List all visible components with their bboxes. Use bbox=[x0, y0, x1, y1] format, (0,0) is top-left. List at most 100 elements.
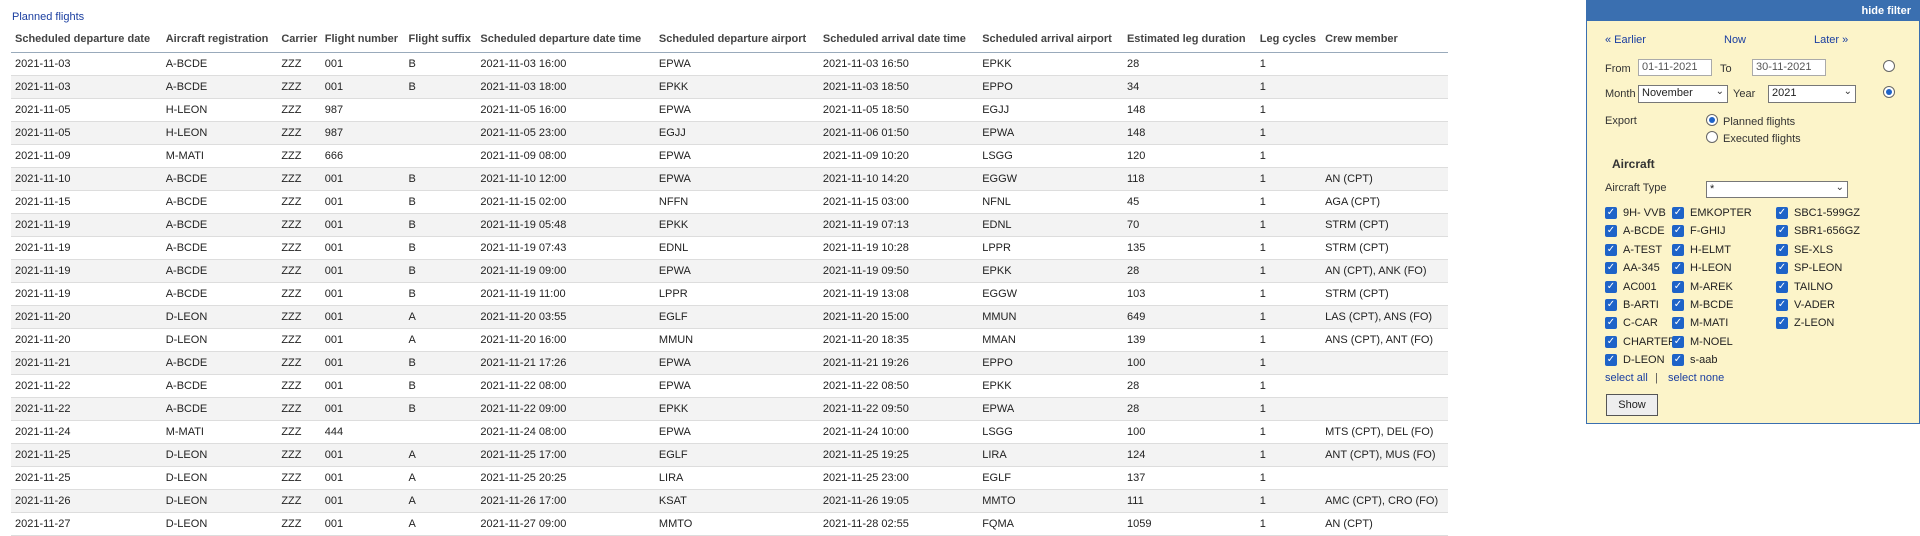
table-cell: 2021-11-21 bbox=[11, 351, 162, 375]
table-cell: KSAT bbox=[654, 489, 819, 513]
table-cell: EPKK bbox=[654, 75, 819, 99]
table-cell: 987 bbox=[320, 121, 405, 145]
table-cell: ZZZ bbox=[277, 75, 321, 99]
month-select[interactable]: November ⌄ bbox=[1638, 85, 1728, 103]
table-cell: B bbox=[404, 167, 477, 191]
aircraft-checkbox[interactable]: ✓ B-ARTI bbox=[1605, 299, 1659, 311]
date-range-radio[interactable] bbox=[1883, 60, 1895, 72]
show-button[interactable]: Show bbox=[1606, 394, 1658, 416]
hide-filter-link[interactable]: hide filter bbox=[1861, 5, 1911, 17]
aircraft-checkbox[interactable]: ✓ F-GHIJ bbox=[1672, 225, 1725, 238]
year-label: Year bbox=[1733, 88, 1756, 100]
later-link[interactable]: Later » bbox=[1814, 34, 1848, 46]
aircraft-checkbox[interactable]: ✓ M-AREK bbox=[1672, 280, 1733, 293]
aircraft-checkbox[interactable]: ✓ s-aab bbox=[1672, 354, 1718, 367]
export-planned-radio[interactable] bbox=[1706, 114, 1718, 126]
table-cell: 1 bbox=[1255, 512, 1322, 536]
aircraft-checkbox[interactable]: ✓ C-CAR bbox=[1605, 317, 1658, 330]
table-cell bbox=[1321, 397, 1448, 421]
table-cell: EPWA bbox=[654, 144, 819, 168]
table-cell: 001 bbox=[320, 397, 405, 421]
table-cell: 2021-11-10 12:00 bbox=[476, 167, 655, 191]
aircraft-checkbox[interactable]: ✓ SBC1-599GZ bbox=[1776, 207, 1860, 219]
table-cell: ZZZ bbox=[277, 282, 321, 306]
table-cell: 2021-11-05 bbox=[11, 98, 162, 122]
aircraft-checkbox[interactable]: ✓ D-LEON bbox=[1605, 354, 1665, 367]
aircraft-checkbox[interactable]: ✓ SP-LEON bbox=[1776, 262, 1842, 275]
table-row: 2021-11-22 A-BCDE ZZZ 001 B 2021-11-22 09:00 E… bbox=[11, 397, 1448, 421]
aircraft-checkbox[interactable]: ✓ H-LEON bbox=[1672, 262, 1732, 275]
aircraft-checkbox[interactable]: ✓ TAILNO bbox=[1776, 280, 1833, 293]
aircraft-checkbox[interactable]: ✓ A-BCDE bbox=[1605, 225, 1665, 238]
table-cell: EPWA bbox=[654, 98, 819, 122]
table-cell: 148 bbox=[1122, 121, 1256, 145]
year-select[interactable]: 2021 ⌄ bbox=[1768, 85, 1856, 103]
column-header: Scheduled arrival date time bbox=[818, 25, 979, 53]
table-cell: 666 bbox=[320, 144, 405, 168]
chevron-down-icon: ⌄ bbox=[1835, 182, 1844, 193]
export-executed-radio[interactable] bbox=[1706, 131, 1718, 143]
aircraft-type-label: Aircraft Type bbox=[1605, 182, 1667, 194]
checkmark-icon: ✓ bbox=[1672, 317, 1684, 330]
table-cell: 139 bbox=[1122, 328, 1256, 352]
select-all-link[interactable]: select all bbox=[1605, 372, 1648, 384]
aircraft-checkbox[interactable]: ✓ 9H- VVB bbox=[1605, 207, 1666, 219]
table-cell: A-BCDE bbox=[161, 213, 278, 237]
aircraft-checkbox[interactable]: ✓ Z-LEON bbox=[1776, 317, 1834, 330]
table-cell: 28 bbox=[1122, 52, 1256, 76]
checkmark-icon: ✓ bbox=[1605, 335, 1617, 348]
table-cell: B bbox=[404, 190, 477, 214]
table-cell: 2021-11-03 bbox=[11, 52, 162, 76]
table-cell: 2021-11-20 bbox=[11, 305, 162, 329]
aircraft-checkbox[interactable]: ✓ V-ADER bbox=[1776, 299, 1835, 311]
aircraft-checkbox[interactable]: ✓ AA-345 bbox=[1605, 262, 1660, 275]
aircraft-checkbox[interactable]: ✓ M-NOEL bbox=[1672, 335, 1733, 348]
table-cell: 148 bbox=[1122, 98, 1256, 122]
aircraft-checkbox-label: 9H- VVB bbox=[1623, 207, 1666, 219]
table-cell: ANS (CPT), ANT (FO) bbox=[1321, 328, 1448, 352]
table-cell: 001 bbox=[320, 190, 405, 214]
table-cell: MTS (CPT), DEL (FO) bbox=[1321, 420, 1448, 444]
table-cell: ZZZ bbox=[277, 512, 321, 536]
table-cell: EPKK bbox=[978, 259, 1123, 283]
aircraft-checkbox[interactable]: ✓ A-TEST bbox=[1605, 243, 1662, 256]
table-cell: NFNL bbox=[978, 190, 1123, 214]
table-cell: ZZZ bbox=[277, 420, 321, 444]
checkmark-icon: ✓ bbox=[1605, 354, 1617, 367]
aircraft-checkbox[interactable]: ✓ M-BCDE bbox=[1672, 299, 1733, 311]
checkmark-icon: ✓ bbox=[1776, 225, 1788, 238]
aircraft-checkbox[interactable]: ✓ SBR1-656GZ bbox=[1776, 225, 1860, 238]
table-cell: 28 bbox=[1122, 397, 1256, 421]
table-cell bbox=[1321, 466, 1448, 490]
table-cell: D-LEON bbox=[161, 305, 278, 329]
table-cell: EPPO bbox=[978, 75, 1123, 99]
aircraft-checkbox[interactable]: ✓ M-MATI bbox=[1672, 317, 1728, 330]
aircraft-checkbox[interactable]: ✓ H-ELMT bbox=[1672, 243, 1731, 256]
aircraft-checkbox[interactable]: ✓ CHARTER bbox=[1605, 335, 1676, 348]
aircraft-type-select[interactable]: * ⌄ bbox=[1706, 181, 1848, 198]
table-cell: 987 bbox=[320, 98, 405, 122]
month-year-radio[interactable] bbox=[1883, 86, 1895, 98]
table-cell: 100 bbox=[1122, 420, 1256, 444]
table-cell: LPPR bbox=[978, 236, 1123, 260]
select-none-link[interactable]: select none bbox=[1668, 372, 1724, 384]
table-cell: ZZZ bbox=[277, 466, 321, 490]
table-cell: 2021-11-25 bbox=[11, 443, 162, 467]
table-cell: B bbox=[404, 282, 477, 306]
table-cell: ZZZ bbox=[277, 397, 321, 421]
table-cell: EGJJ bbox=[978, 98, 1123, 122]
table-cell: D-LEON bbox=[161, 443, 278, 467]
table-cell: 001 bbox=[320, 466, 405, 490]
to-date-input[interactable]: 30-11-2021 bbox=[1752, 59, 1826, 76]
earlier-link[interactable]: « Earlier bbox=[1605, 34, 1646, 46]
checkmark-icon: ✓ bbox=[1605, 299, 1617, 311]
checkmark-icon: ✓ bbox=[1672, 225, 1684, 238]
now-link[interactable]: Now bbox=[1724, 34, 1746, 46]
table-cell: 001 bbox=[320, 443, 405, 467]
table-cell: ZZZ bbox=[277, 374, 321, 398]
table-cell: 100 bbox=[1122, 351, 1256, 375]
aircraft-checkbox[interactable]: ✓ EMKOPTER bbox=[1672, 207, 1752, 219]
from-date-input[interactable]: 01-11-2021 bbox=[1638, 59, 1712, 76]
aircraft-checkbox[interactable]: ✓ AC001 bbox=[1605, 280, 1657, 293]
aircraft-checkbox[interactable]: ✓ SE-XLS bbox=[1776, 243, 1833, 256]
